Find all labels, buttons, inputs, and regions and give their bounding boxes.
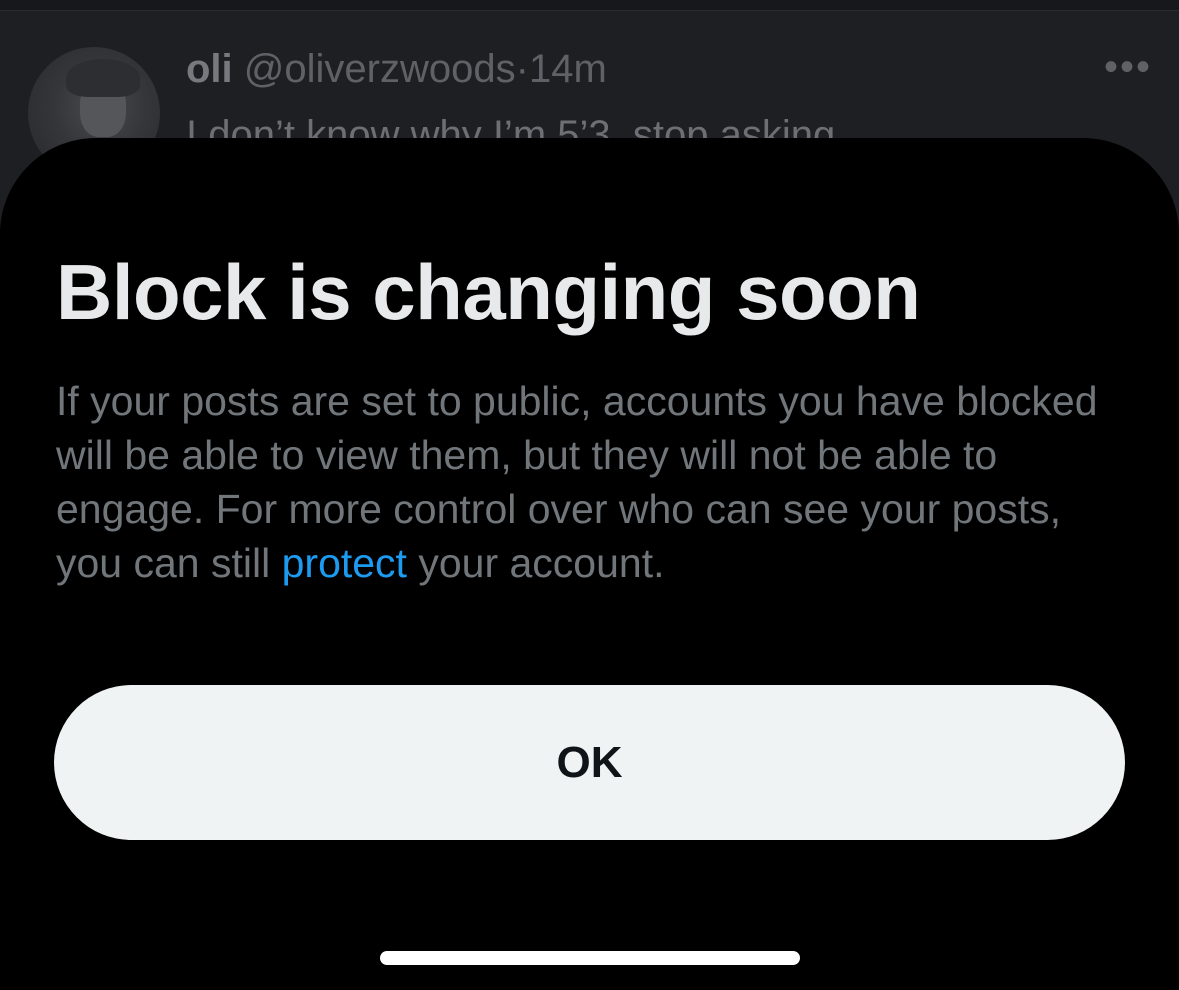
ok-button[interactable]: OK: [54, 685, 1125, 840]
tweet-author-name[interactable]: oli: [186, 47, 233, 91]
top-divider: [0, 0, 1179, 11]
sheet-body-text-end: your account.: [406, 540, 665, 586]
tweet-header: oli @oliverzwoods·14m: [186, 45, 607, 93]
tweet-author-handle[interactable]: @oliverzwoods: [244, 47, 516, 91]
sheet-body: If your posts are set to public, account…: [56, 374, 1136, 590]
avatar-hair: [66, 59, 140, 97]
tweet-separator: ·: [515, 47, 529, 91]
ok-button-label: OK: [556, 737, 623, 787]
home-indicator[interactable]: [380, 951, 800, 965]
sheet-title: Block is changing soon: [56, 248, 921, 336]
app-screen: oli @oliverzwoods·14m ••• I don’t know w…: [0, 0, 1179, 990]
tweet-timestamp: 14m: [528, 47, 607, 91]
more-options-icon[interactable]: •••: [1104, 47, 1152, 87]
protect-link[interactable]: protect: [282, 540, 407, 586]
